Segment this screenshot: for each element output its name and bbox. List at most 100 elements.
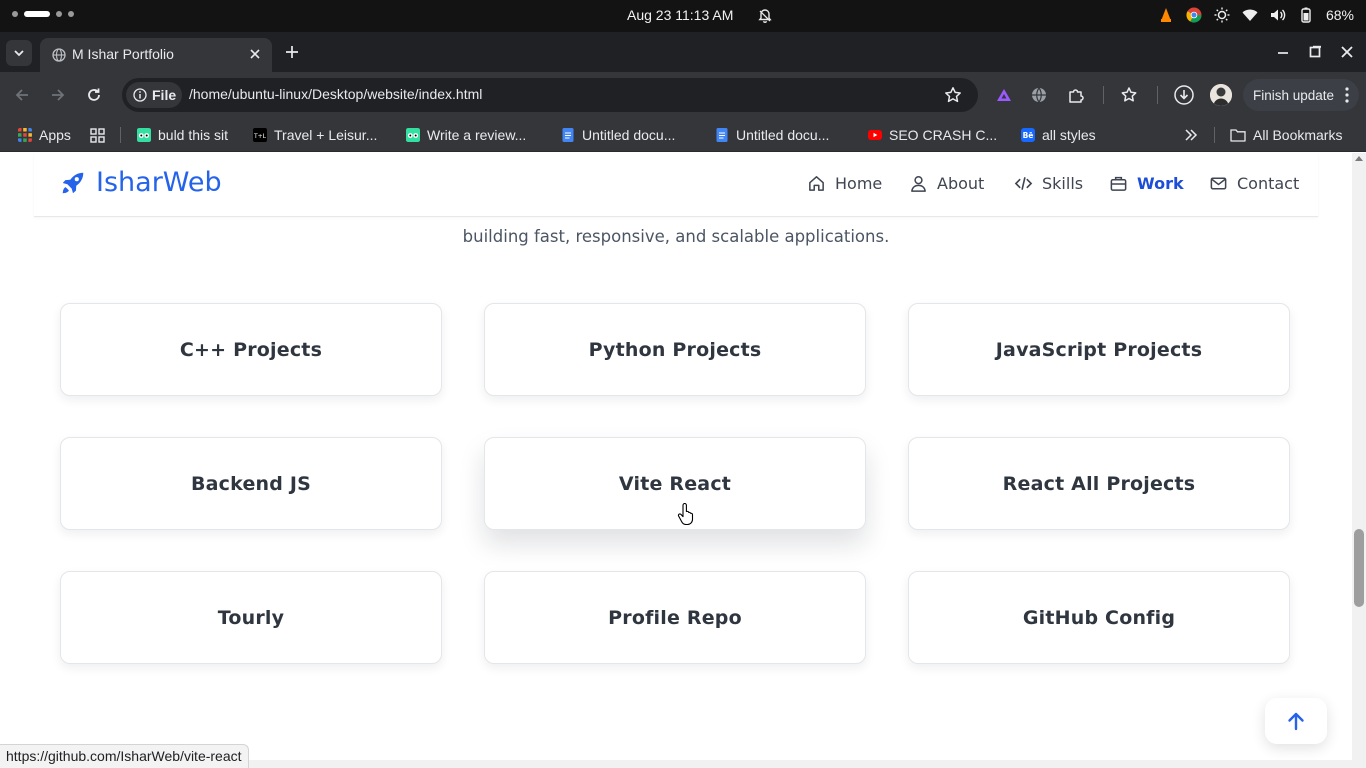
svg-text:T+L: T+L [253,133,267,140]
os-top-bar: Aug 23 11:13 AM 68% [0,0,1366,32]
brand-name: IsharWeb [96,167,222,198]
night-light-icon[interactable] [1214,7,1230,23]
address-bar[interactable]: File /home/ubuntu-linux/Desktop/website/… [122,78,978,112]
battery-percent: 68% [1325,7,1354,23]
extension-globe-icon[interactable] [1030,86,1048,104]
rocket-icon [62,172,84,193]
page-viewport: IsharWeb Home About Skills Work Contact … [0,153,1352,760]
bookmark-label: all styles [1042,127,1096,143]
reading-list-star-icon[interactable] [1120,86,1138,104]
chevron-down-icon [14,50,24,57]
project-card-tourly[interactable]: Tourly [60,571,442,664]
nav-home[interactable]: Home [807,174,882,193]
os-clock[interactable]: Aug 23 11:13 AM [627,7,733,23]
nav-about[interactable]: About [909,174,984,193]
code-icon [1014,177,1033,190]
project-card-cpp[interactable]: C++ Projects [60,303,442,396]
tripadvisor-icon [137,128,151,142]
tl-icon: T+L [253,128,267,142]
nav-work-label: Work [1137,174,1184,193]
toolbar-divider [1157,86,1158,104]
project-card-react-all[interactable]: React All Projects [908,437,1290,530]
link-status-bubble: https://github.com/IsharWeb/vite-react [0,744,249,768]
volume-icon[interactable] [1270,7,1286,23]
bookmarks-bar: Apps buld this sit T+L Travel + Leisur..… [0,118,1366,152]
back-to-top-button[interactable] [1265,698,1327,744]
nav-work[interactable]: Work [1109,174,1184,193]
notification-bell-icon[interactable] [757,8,773,24]
new-tab-plus-icon[interactable] [284,44,300,60]
project-card-github-config[interactable]: GitHub Config [908,571,1290,664]
behance-icon: Bē [1021,128,1035,142]
bookmark-label: SEO CRASH C... [889,127,998,143]
window-close-icon[interactable] [1339,44,1355,60]
tripadvisor-icon [406,128,420,142]
project-card-backend-js[interactable]: Backend JS [60,437,442,530]
site-logo[interactable]: IsharWeb [60,167,222,198]
bookmark-item[interactable]: T+L Travel + Leisur... [253,124,377,146]
all-bookmarks-label: All Bookmarks [1253,127,1343,143]
nav-contact[interactable]: Contact [1209,174,1299,193]
tab-search-button[interactable] [6,40,32,66]
file-scheme-label: File [152,87,177,103]
bookmark-item[interactable]: Untitled docu... [561,124,675,146]
scrollbar-thumb[interactable] [1354,529,1364,607]
workspace-indicator[interactable] [12,11,74,17]
back-arrow-icon[interactable] [13,86,31,104]
finish-update-button[interactable]: Finish update [1243,79,1359,111]
active-tab[interactable]: M Ishar Portfolio [40,38,272,72]
scroll-up-arrow-icon[interactable] [1355,156,1363,161]
battery-icon[interactable] [1298,7,1314,23]
profile-avatar[interactable] [1210,84,1232,106]
docs-icon [716,128,728,142]
bookmarks-divider [120,127,121,143]
info-icon [133,88,147,102]
finish-update-label: Finish update [1253,87,1335,103]
close-icon[interactable] [248,47,262,61]
bookmark-item[interactable]: SEO CRASH C... [868,124,997,146]
chrome-icon[interactable] [1186,7,1202,23]
bookmark-item[interactable]: buld this sit [137,124,228,146]
extensions-puzzle-icon[interactable] [1067,86,1085,104]
work-intro-text: building fast, responsive, and scalable … [462,227,890,246]
bookmark-label: Write a review... [427,127,527,143]
bookmark-item[interactable]: Bē all styles [1021,124,1096,146]
bookmark-item[interactable]: Write a review... [406,124,526,146]
bookmark-item[interactable]: Untitled docu... [715,124,829,146]
site-info-chip[interactable]: File [126,82,182,108]
user-icon [911,175,926,192]
bookmark-label: buld this sit [158,127,229,143]
vlc-icon[interactable] [1158,7,1174,23]
reload-icon[interactable] [85,86,103,104]
wifi-icon[interactable] [1242,7,1258,23]
all-bookmarks-folder[interactable]: All Bookmarks [1230,124,1342,146]
minimize-icon[interactable] [1275,44,1291,60]
project-card-python[interactable]: Python Projects [484,303,866,396]
extension-triangle-icon[interactable] [995,86,1013,104]
home-icon [809,176,824,191]
briefcase-icon [1110,176,1127,191]
arrow-up-icon [1288,712,1304,731]
tab-groups-icon[interactable] [90,128,105,143]
forward-arrow-icon[interactable] [49,86,67,104]
tab-strip: M Ishar Portfolio [0,32,1366,72]
nav-contact-label: Contact [1237,174,1300,193]
bookmark-label: Untitled docu... [582,127,676,143]
site-navbar: IsharWeb Home About Skills Work Contact [34,153,1318,217]
bookmark-apps[interactable]: Apps [18,124,71,146]
download-icon[interactable] [1174,85,1194,105]
globe-icon [52,48,66,62]
project-card-vite-react[interactable]: Vite React [484,437,866,530]
project-card-javascript[interactable]: JavaScript Projects [908,303,1290,396]
url-text[interactable]: /home/ubuntu-linux/Desktop/website/index… [189,86,482,102]
more-bookmarks-chevron-icon[interactable] [1184,129,1198,141]
bookmark-label: Untitled docu... [736,127,830,143]
apps-grid-icon [18,128,32,142]
nav-skills[interactable]: Skills [1014,174,1083,193]
page-scrollbar[interactable] [1352,153,1366,760]
project-card-profile-repo[interactable]: Profile Repo [484,571,866,664]
system-tray[interactable]: 68% [1158,7,1354,23]
maximize-icon[interactable] [1307,44,1323,60]
toolbar-divider [1103,86,1104,104]
bookmark-star-icon[interactable] [944,86,962,104]
